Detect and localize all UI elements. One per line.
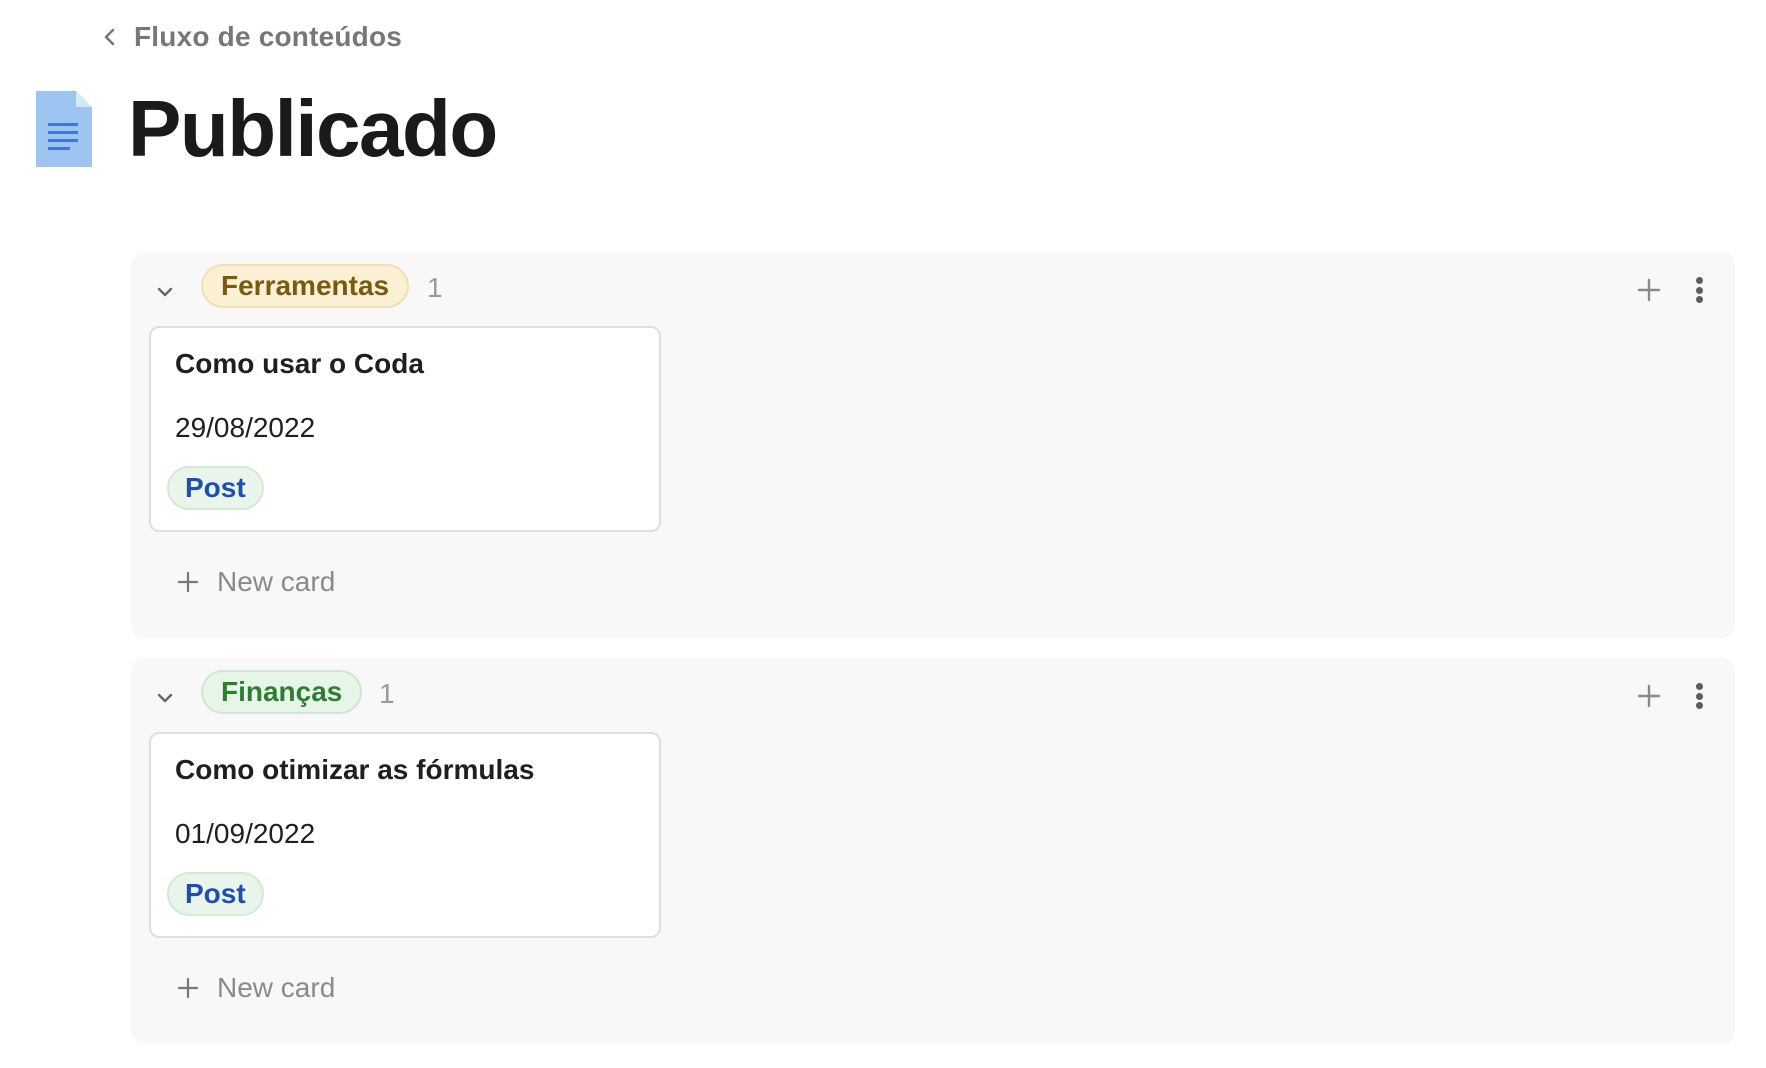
card-title: Como otimizar as fórmulas [175, 754, 535, 785]
more-options-icon[interactable] [1689, 274, 1709, 306]
plus-icon [177, 571, 199, 593]
card[interactable]: Como usar o Coda 29/08/2022 Post [149, 326, 661, 532]
document-icon [36, 91, 92, 167]
group-count: 1 [379, 678, 395, 709]
card-title: Como usar o Coda [175, 348, 424, 379]
breadcrumb[interactable]: Fluxo de conteúdos [100, 20, 402, 54]
card[interactable]: Como otimizar as fórmulas 01/09/2022 Pos… [149, 732, 661, 938]
page-title: Publicado [128, 84, 498, 173]
chevron-down-icon[interactable] [155, 688, 175, 708]
type-chip: Post [167, 872, 264, 916]
group-count: 1 [427, 272, 443, 303]
new-card-button[interactable]: New card [177, 968, 335, 1008]
group-ferramentas: Ferramentas 1 Como usar o Coda 29/08/202… [131, 252, 1735, 638]
group-tag[interactable]: Finanças [201, 670, 363, 714]
new-card-label: New card [217, 566, 336, 597]
group-tag[interactable]: Ferramentas [201, 264, 410, 308]
more-options-icon[interactable] [1689, 680, 1709, 712]
group-header: Finanças 1 [131, 658, 1735, 730]
card-date: 01/09/2022 [175, 818, 316, 849]
chevron-left-icon [100, 27, 120, 47]
add-icon[interactable] [1635, 682, 1663, 710]
group-financas: Finanças 1 Como otimizar as fórmulas 01/… [131, 658, 1735, 1044]
chevron-down-icon[interactable] [155, 282, 175, 302]
plus-icon [177, 977, 199, 999]
page-header: Publicado [36, 84, 498, 173]
group-header: Ferramentas 1 [131, 252, 1735, 324]
new-card-button[interactable]: New card [177, 562, 335, 602]
card-date: 29/08/2022 [175, 412, 316, 443]
type-chip: Post [167, 466, 264, 510]
add-icon[interactable] [1635, 276, 1663, 304]
breadcrumb-label: Fluxo de conteúdos [134, 21, 403, 52]
new-card-label: New card [217, 972, 336, 1003]
